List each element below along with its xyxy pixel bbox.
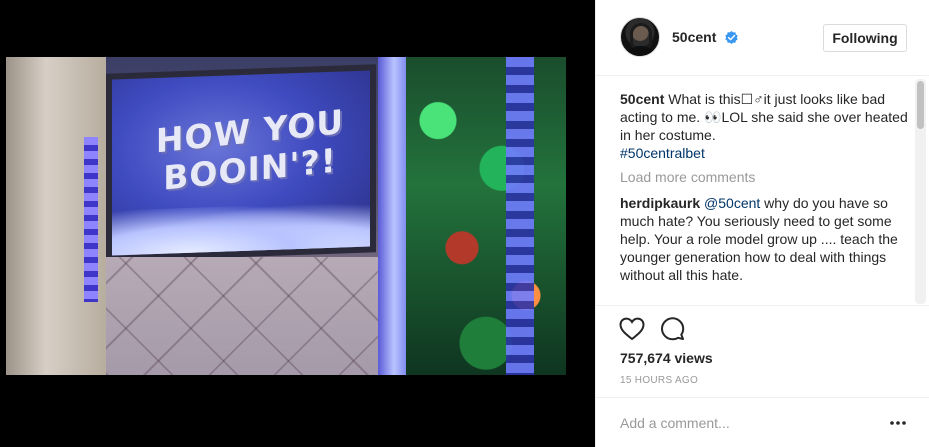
caption-hashtag[interactable]: #50centralbet bbox=[620, 145, 705, 161]
set-tv-screen: HOW YOU BOOIN'?! bbox=[106, 64, 376, 262]
avatar[interactable] bbox=[620, 17, 660, 57]
set-plants bbox=[406, 57, 566, 375]
comments-scrollbar[interactable] bbox=[915, 79, 926, 304]
following-button[interactable]: Following bbox=[823, 24, 907, 52]
comment-item: herdipkaurk @50cent why do you have so m… bbox=[620, 194, 910, 284]
caption: 50cent What is this☐♂it just looks like … bbox=[620, 90, 910, 162]
caption-username[interactable]: 50cent bbox=[620, 91, 664, 107]
screen-title-text: HOW YOU BOOIN'?! bbox=[155, 101, 345, 198]
add-comment-bar bbox=[596, 397, 929, 447]
comment-mention[interactable]: @50cent bbox=[704, 195, 760, 211]
post-header: 50cent Following bbox=[596, 0, 929, 76]
set-light-strip-right bbox=[506, 57, 534, 375]
post-timestamp[interactable]: 15 HOURS AGO bbox=[620, 375, 698, 386]
post-sidebar: 50cent Following 50cent What is this☐♂it… bbox=[595, 0, 929, 447]
caption-text: What is this☐♂it just looks like bad act… bbox=[620, 91, 908, 143]
load-more-comments-button[interactable]: Load more comments bbox=[620, 168, 910, 186]
view-count: 757,674 views bbox=[620, 350, 713, 366]
comment-username[interactable]: herdipkaurk bbox=[620, 195, 700, 211]
comments-list[interactable]: 50cent What is this☐♂it just looks like … bbox=[620, 90, 910, 304]
set-light-strip-left bbox=[84, 137, 98, 302]
post-actions: 757,674 views 15 HOURS AGO bbox=[596, 305, 929, 397]
screen-clouds bbox=[112, 201, 370, 256]
comment-icon[interactable] bbox=[660, 316, 685, 341]
verified-badge-icon bbox=[725, 31, 738, 44]
more-options-icon[interactable] bbox=[888, 414, 908, 432]
comments-scroll-thumb[interactable] bbox=[917, 81, 924, 129]
post-media[interactable]: HOW YOU BOOIN'?! bbox=[0, 0, 595, 447]
set-lower-panel bbox=[106, 257, 406, 375]
author-username[interactable]: 50cent bbox=[672, 29, 716, 45]
heart-icon[interactable] bbox=[619, 317, 645, 341]
video-frame[interactable]: HOW YOU BOOIN'?! bbox=[6, 57, 566, 375]
add-comment-input[interactable] bbox=[620, 412, 870, 434]
avatar-shoulders bbox=[623, 46, 659, 56]
